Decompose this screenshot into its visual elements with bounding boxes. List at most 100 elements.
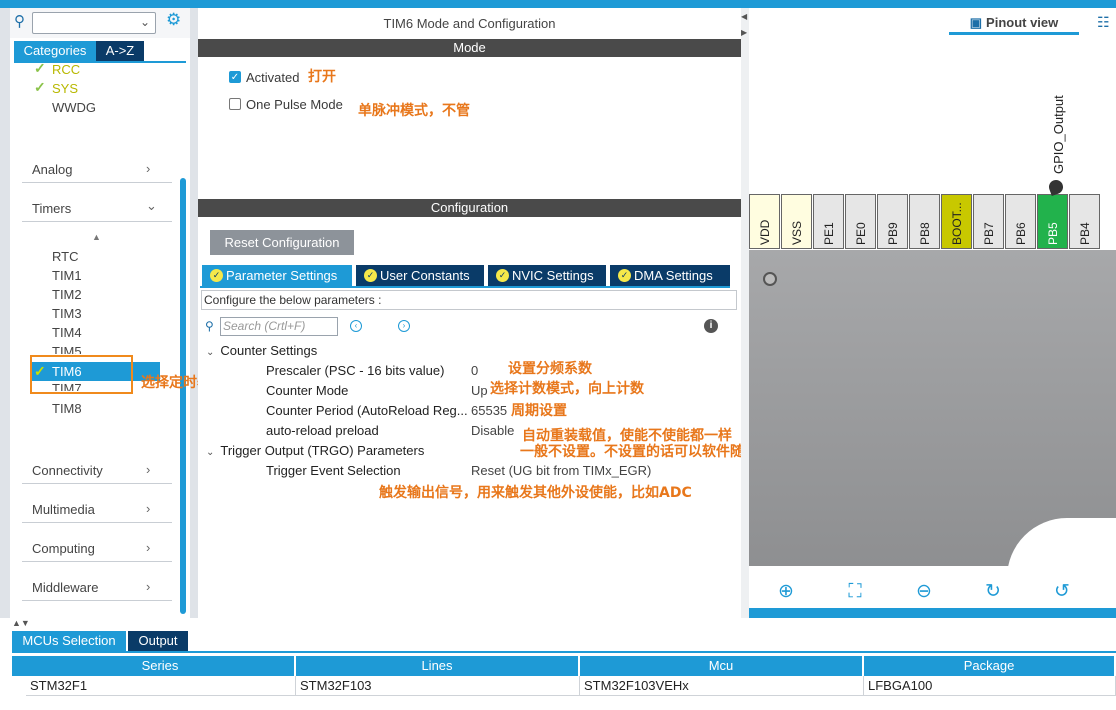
pin-label: PB4 [1077,222,1092,245]
fit-icon[interactable]: ⛶ [844,581,866,603]
tab-dma-settings[interactable]: ✓ DMA Settings [610,265,730,286]
group-timers[interactable]: Timers [32,201,71,216]
section-label: Counter Settings [220,343,318,358]
group-analog[interactable]: Analog [32,162,72,177]
list-item-tim3[interactable]: TIM3 [52,306,82,321]
mode-header: Mode [198,39,741,57]
tab-a-z[interactable]: A->Z [96,41,144,61]
tab-mcus-selection[interactable]: MCUs Selection [12,631,126,651]
param-trigger-event: Trigger Event Selection [266,463,401,478]
list-item-tim4[interactable]: TIM4 [52,325,82,340]
list-item-rcc[interactable]: ✓ RCC [34,60,81,77]
search-dropdown[interactable]: ⌄ [32,12,156,34]
pin-pe1[interactable]: PE1 [813,194,844,249]
list-item-rtc[interactable]: RTC [52,249,78,264]
rotate-right-icon[interactable]: ↻ [982,581,1004,603]
gear-icon[interactable]: ⚙ [166,10,181,30]
previous-icon[interactable]: ‹ [350,320,362,332]
header-lines[interactable]: Lines [296,656,580,676]
scrollbar[interactable] [180,178,186,614]
pinout-view-tab[interactable]: ▣ Pinout view [949,15,1079,35]
cell-package[interactable]: LFBGA100 [864,676,1116,696]
search-row: ⚲ ⌄ ⚙ [10,8,190,38]
list-item-sys[interactable]: ✓ SYS [34,79,79,96]
group-computing[interactable]: Computing [32,541,95,556]
list-item-tim2[interactable]: TIM2 [52,287,82,302]
chevron-right-icon[interactable]: › [146,540,150,555]
chevron-down-icon[interactable]: ⌄ [146,198,157,214]
grid-view-icon[interactable]: ☷ [1097,14,1110,31]
tab-parameter-settings[interactable]: ✓ Parameter Settings [202,265,352,286]
rotate-left-icon[interactable]: ↺ [1051,581,1073,603]
pin-pb8[interactable]: PB8 [909,194,940,249]
header-package[interactable]: Package [864,656,1116,676]
check-circle-icon: ✓ [364,269,377,282]
parameter-search-input[interactable]: Search (Crtl+F) [220,317,338,336]
value-counter-mode[interactable]: Up [471,383,488,398]
value-prescaler[interactable]: 0 [471,363,478,378]
tab-output[interactable]: Output [128,631,188,651]
activated-label: Activated [246,70,300,85]
value-counter-period[interactable]: 65535 [471,403,507,418]
pin-label: PB6 [1013,222,1028,245]
cell-lines[interactable]: STM32F103 [296,676,580,696]
splitter[interactable]: ◀ ▶ [741,8,749,618]
pin-pb6[interactable]: PB6 [1005,194,1036,249]
value-trigger-event[interactable]: Reset (UG bit from TIMx_EGR) [471,463,651,478]
list-item-tim1[interactable]: TIM1 [52,268,82,283]
collapse-icon[interactable]: ▲▼ [12,618,30,628]
configuration-header: Configuration [198,199,741,217]
list-item-wwdg[interactable]: WWDG [52,100,96,115]
counter-settings-section[interactable]: ⌄ Counter Settings [206,343,317,358]
chevron-right-icon[interactable]: › [146,501,150,516]
chevron-right-icon[interactable]: › [146,161,150,176]
pin-pb9[interactable]: PB9 [877,194,908,249]
pin-vss[interactable]: VSS [781,194,812,249]
pin-boot[interactable]: BOOT... [941,194,972,249]
header-series[interactable]: Series [26,656,296,676]
tab-nvic-settings[interactable]: ✓ NVIC Settings [488,265,606,286]
cell-mcu[interactable]: STM32F103VEHx [580,676,864,696]
cell-series[interactable]: STM32F1 [26,676,296,696]
pin-vdd[interactable]: VDD [749,194,780,249]
one-pulse-checkbox[interactable] [229,98,241,110]
bottom-panel: ▲▼ MCUs Selection Output Series Lines Mc… [0,618,1116,710]
note-prescaler: 设置分频系数 [508,361,592,377]
zoom-in-icon[interactable]: ⊕ [775,581,797,603]
item-label: RCC [52,62,81,77]
zoom-out-icon[interactable]: ⊖ [913,581,935,603]
param-prescaler: Prescaler (PSC - 16 bits value) [266,363,445,378]
pin-pb5[interactable]: PB5 [1037,194,1068,249]
reset-configuration-button[interactable]: Reset Configuration [210,230,354,255]
activated-checkbox[interactable]: ✓ [229,71,241,83]
chevron-right-icon[interactable]: › [146,462,150,477]
tab-label: NVIC Settings [512,268,594,283]
divider [22,600,172,601]
tab-categories[interactable]: Categories [14,41,96,61]
collapse-right-icon[interactable]: ▶ [741,28,747,37]
pin-pb7[interactable]: PB7 [973,194,1004,249]
search-icon[interactable]: ⚲ [14,12,25,30]
pin-label: PB9 [885,222,900,245]
group-middleware[interactable]: Middleware [32,580,98,595]
group-multimedia[interactable]: Multimedia [32,502,95,517]
value-auto-reload[interactable]: Disable [471,423,514,438]
list-item-tim8[interactable]: TIM8 [52,401,82,416]
header-mcu[interactable]: Mcu [580,656,864,676]
divider [22,522,172,523]
collapse-left-icon[interactable]: ◀ [741,12,747,21]
chevron-right-icon[interactable]: › [146,579,150,594]
sort-icon[interactable]: ▲ [92,232,101,242]
info-icon[interactable]: i [704,319,718,333]
tab-label: User Constants [380,268,470,283]
item-label: SYS [52,81,79,96]
tab-user-constants[interactable]: ✓ User Constants [356,265,484,286]
group-connectivity[interactable]: Connectivity [32,463,103,478]
pin-pe0[interactable]: PE0 [845,194,876,249]
pin-label: VSS [789,220,804,245]
trigger-output-section[interactable]: ⌄ Trigger Output (TRGO) Parameters [206,443,424,458]
next-icon[interactable]: › [398,320,410,332]
pinout-panel: ▣ Pinout view ☷ VDD VSS PE1 PE0 PB9 PB8 B… [749,8,1116,638]
pin-pb4[interactable]: PB4 [1069,194,1100,249]
list-item-tim5[interactable]: TIM5 [52,344,82,354]
